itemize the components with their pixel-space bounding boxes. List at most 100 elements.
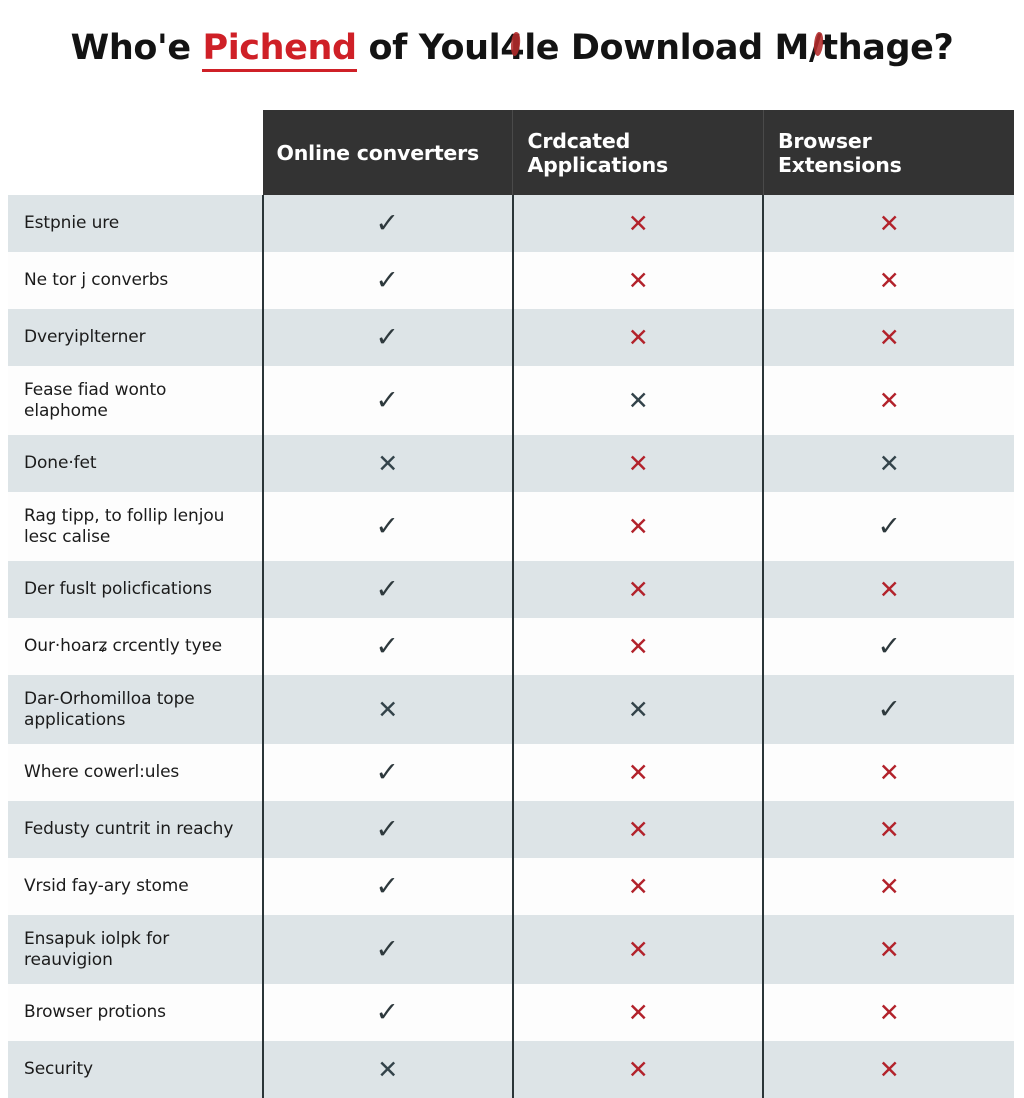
cross-icon: ✕ — [627, 757, 649, 787]
cell-browser-extensions: ✕ — [762, 744, 1014, 801]
cell-online-converters: ✓ — [261, 492, 513, 561]
cell-dedicated-applications: ✕ — [511, 252, 764, 309]
check-icon: ✓ — [877, 511, 902, 542]
cross-icon: ✕ — [627, 265, 649, 295]
cell-online-converters: ✓ — [261, 561, 513, 618]
cell-online-converters: ✓ — [261, 195, 513, 252]
cross-icon: ✕ — [627, 1054, 649, 1084]
check-icon: ✓ — [375, 385, 400, 416]
check-icon: ✓ — [375, 757, 400, 788]
cross-icon: ✕ — [627, 631, 649, 661]
cell-browser-extensions: ✕ — [762, 309, 1014, 366]
cell-browser-extensions: ✓ — [762, 675, 1014, 744]
cross-icon: ✕ — [627, 511, 649, 541]
table-body: Estpnie ure ✓ ✕ ✕ Ne tor j converbs ✓ ✕ ✕ Dveryi… — [8, 195, 1014, 1098]
table-row: Our·hoarʑ crcently tyɐe ✓ ✕ ✓ — [8, 618, 1014, 675]
row-label: Security — [8, 1041, 263, 1098]
cell-browser-extensions: ✕ — [762, 435, 1014, 492]
cross-icon: ✕ — [627, 385, 649, 415]
cell-browser-extensions: ✕ — [762, 858, 1014, 915]
row-label: Done·fet — [8, 435, 263, 492]
cross-icon: ✕ — [878, 757, 900, 787]
cell-browser-extensions: ✓ — [762, 492, 1014, 561]
cross-icon: ✕ — [377, 694, 399, 724]
cell-dedicated-applications: ✕ — [511, 618, 764, 675]
table-row: Der fuslt policfications ✓ ✕ ✕ — [8, 561, 1014, 618]
check-icon: ✓ — [375, 322, 400, 353]
row-label: Rag tipp, to follip lenjou lesc calise — [8, 492, 263, 561]
table-row: Rag tipp, to follip lenjou lesc calise ✓ ✕… — [8, 492, 1014, 561]
cell-dedicated-applications: ✕ — [511, 744, 764, 801]
title-segment-before: Who'e — [70, 28, 203, 68]
check-icon: ✓ — [375, 631, 400, 662]
check-icon: ✓ — [375, 871, 400, 902]
cell-dedicated-applications: ✕ — [511, 1041, 764, 1098]
table-row: Done·fet ✕ ✕ ✕ — [8, 435, 1014, 492]
title-segment-middle: of Youl — [356, 28, 501, 68]
table-row: Where cowerl:ules ✓ ✕ ✕ — [8, 744, 1014, 801]
cell-online-converters: ✓ — [261, 858, 513, 915]
cell-browser-extensions: ✓ — [762, 618, 1014, 675]
cell-browser-extensions: ✕ — [762, 366, 1014, 435]
cell-online-converters: ✓ — [261, 915, 513, 984]
table-row: Dveryiplterner ✓ ✕ ✕ — [8, 309, 1014, 366]
cross-icon: ✕ — [878, 871, 900, 901]
row-label: Estpnie ure — [8, 195, 263, 252]
comparison-table: Online converters Crdcated Applications … — [8, 110, 1014, 1098]
row-label: Browser protions — [8, 984, 263, 1041]
cell-online-converters: ✓ — [261, 252, 513, 309]
cell-online-converters: ✓ — [261, 984, 513, 1041]
table-header-row: Online converters Crdcated Applications … — [8, 110, 1014, 195]
cross-icon: ✕ — [627, 871, 649, 901]
cross-icon: ✕ — [878, 934, 900, 964]
check-icon: ✓ — [375, 511, 400, 542]
cross-icon: ✕ — [878, 997, 900, 1027]
cell-browser-extensions: ✕ — [762, 561, 1014, 618]
cell-online-converters: ✓ — [261, 744, 513, 801]
table-row: Fedusty cuntrit in reachy ✓ ✕ ✕ — [8, 801, 1014, 858]
row-label: Vrsid fay-ary stome — [8, 858, 263, 915]
cell-dedicated-applications: ✕ — [511, 801, 764, 858]
cross-icon: ✕ — [627, 997, 649, 1027]
cross-icon: ✕ — [377, 1054, 399, 1084]
check-icon: ✓ — [375, 814, 400, 845]
column-header-browser-extensions: Browser Extensions — [762, 110, 1014, 195]
page-title-text: Who'e Pichend of Youl4le Download M/thag… — [70, 28, 954, 72]
cell-online-converters: ✕ — [261, 435, 513, 492]
check-icon: ✓ — [375, 574, 400, 605]
table-row: Browser protions ✓ ✕ ✕ — [8, 984, 1014, 1041]
check-icon: ✓ — [877, 694, 902, 725]
table-row: Security ✕ ✕ ✕ — [8, 1041, 1014, 1098]
cell-online-converters: ✕ — [261, 1041, 513, 1098]
title-smudge-glyph-1: 4 — [500, 28, 525, 68]
cross-icon: ✕ — [627, 694, 649, 724]
table-header: Online converters Crdcated Applications … — [8, 110, 1014, 195]
table-row: Estpnie ure ✓ ✕ ✕ — [8, 195, 1014, 252]
row-label: Our·hoarʑ crcently tyɐe — [8, 618, 263, 675]
cross-icon: ✕ — [878, 814, 900, 844]
cell-dedicated-applications: ✕ — [511, 309, 764, 366]
cross-icon: ✕ — [627, 448, 649, 478]
check-icon: ✓ — [375, 265, 400, 296]
row-label: Der fuslt policfications — [8, 561, 263, 618]
table-row: Vrsid fay-ary stome ✓ ✕ ✕ — [8, 858, 1014, 915]
cross-icon: ✕ — [878, 322, 900, 352]
table-row: Ne tor j converbs ✓ ✕ ✕ — [8, 252, 1014, 309]
row-label: Dveryiplterner — [8, 309, 263, 366]
row-label: Ne tor j converbs — [8, 252, 263, 309]
cross-icon: ✕ — [627, 934, 649, 964]
check-icon: ✓ — [375, 934, 400, 965]
cell-online-converters: ✕ — [261, 675, 513, 744]
cross-icon: ✕ — [878, 385, 900, 415]
title-segment-middle2: le Download M — [524, 28, 809, 68]
cross-icon: ✕ — [878, 448, 900, 478]
table-row: Dar-Orhomilloa tope applications ✕ ✕ ✓ — [8, 675, 1014, 744]
page-title: Who'e Pichend of Youl4le Download M/thag… — [0, 0, 1024, 96]
check-icon: ✓ — [375, 997, 400, 1028]
column-header-online-converters: Online converters — [262, 110, 513, 195]
table-row: Fease fiad wonto elaphome ✓ ✕ ✕ — [8, 366, 1014, 435]
cell-dedicated-applications: ✕ — [511, 492, 764, 561]
row-label: Where cowerl:ules — [8, 744, 263, 801]
table-row: Ensapuk iolpk for reauvigion ✓ ✕ ✕ — [8, 915, 1014, 984]
cell-dedicated-applications: ✕ — [511, 366, 764, 435]
